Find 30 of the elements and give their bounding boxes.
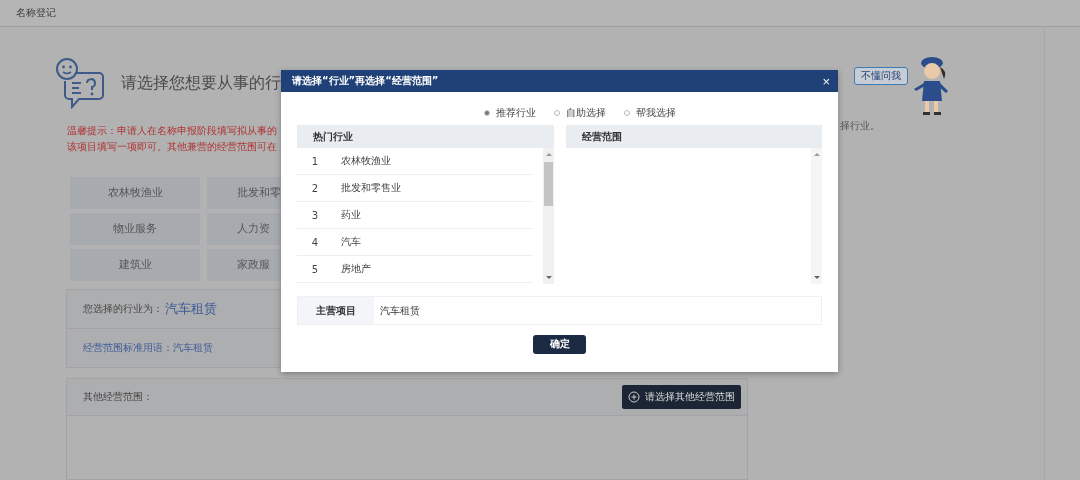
scrollbar[interactable] (811, 148, 822, 284)
industry-row[interactable]: 2 批发和零售业 (297, 175, 533, 202)
breadcrumb[interactable]: 名称登记 (16, 6, 56, 20)
mode-radio[interactable]: 帮我选择 (623, 106, 676, 120)
close-button[interactable]: × (822, 74, 830, 88)
scrollbar[interactable] (542, 148, 554, 284)
chat-question-icon (55, 57, 105, 109)
industry-row[interactable]: 3 药业 (297, 202, 533, 229)
tip-text: 该项目填写一项即可。其他兼营的经营范围可在 (67, 140, 277, 154)
confirm-button[interactable]: 确定 (533, 335, 586, 354)
main-item-label: 主营项目 (298, 297, 374, 324)
side-note: 择行业。 (840, 119, 881, 133)
industry-row[interactable]: 1 农林牧渔业 (297, 148, 533, 175)
plus-circle-icon (628, 391, 640, 403)
other-scope-label: 其他经营范围： (83, 390, 153, 404)
industry-row[interactable]: 5 房地产 (297, 256, 533, 283)
mode-radio[interactable]: 自助选择 (553, 106, 606, 120)
help-bubble[interactable]: 不懂问我 (854, 67, 908, 85)
column-header: 经营范围 (565, 125, 822, 148)
industry-row[interactable]: 4 汽车 (297, 229, 533, 256)
choose-scope-button[interactable]: 请选择其他经营范围 (622, 385, 741, 409)
mode-radio[interactable]: 推荐行业 (483, 106, 536, 120)
tip-text: 温馨提示：申请人在名称申报阶段填写拟从事的 (67, 124, 277, 138)
dialog-title: 请选择“行业”再选择“经营范围” (292, 74, 439, 88)
page-heading: 请选择您想要从事的行 (121, 72, 281, 94)
standard-term-text: 经营范围标准用语：汽车租赁 (83, 341, 213, 355)
selected-industry-label: 您选择的行业为： (83, 302, 163, 316)
column-header: 热门行业 (297, 125, 554, 148)
selected-industry-value: 汽车租赁 (165, 300, 217, 318)
main-item-value: 汽车租赁 (380, 303, 420, 318)
